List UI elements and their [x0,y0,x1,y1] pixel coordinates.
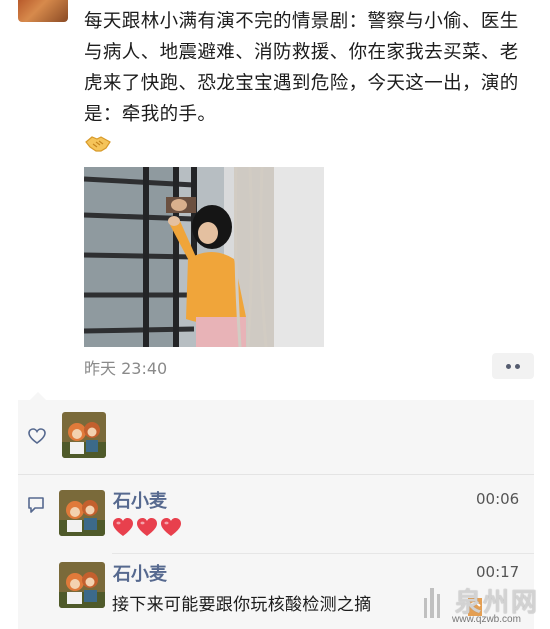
watermark-url: www.qzwb.com [452,614,521,625]
heart-icon [113,518,133,536]
more-dot-icon [506,363,511,369]
comment-divider [112,553,534,554]
post-photo[interactable] [84,167,324,347]
like-heart-icon [28,428,46,444]
post-timestamp: 昨天 23:40 [84,359,168,378]
liker-avatar[interactable] [62,412,106,458]
commenter-avatar[interactable] [59,562,105,608]
heart-icon [137,518,157,536]
likes-divider [18,474,534,475]
more-options-button[interactable] [492,353,534,379]
comment-content-hearts [112,517,182,537]
comment-text: 接下来可能要跟你玩核酸检测之摘 [112,595,372,615]
commenter-avatar[interactable] [59,490,105,536]
commenter-name[interactable]: 石小麦 [113,560,167,586]
comment-time: 00:06 [476,490,520,508]
post-text: 每天跟林小满有演不完的情景剧：警察与小偷、医生与病人、地震避难、消防救援、你在家… [84,11,519,125]
panel-notch [30,392,46,400]
comment-time: 00:17 [476,563,520,581]
comment-bubble-icon [28,497,44,513]
more-dot-icon [515,363,520,369]
handshake-icon [85,136,111,152]
poster-avatar[interactable] [18,0,68,22]
heart-icon [161,518,181,536]
commenter-name[interactable]: 石小麦 [113,487,167,513]
